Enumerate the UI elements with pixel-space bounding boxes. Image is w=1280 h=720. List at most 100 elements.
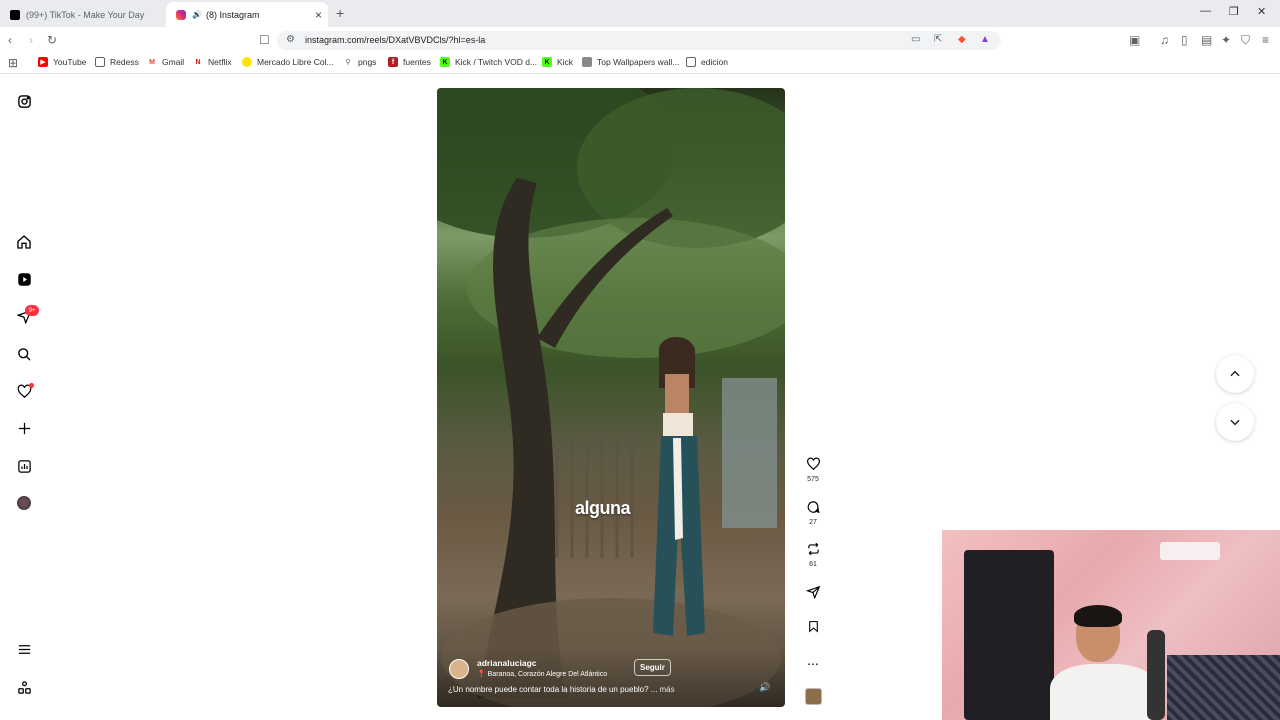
comment-action[interactable]: 27 [800,500,826,526]
reel-caption[interactable]: ¿Un nombre puede contar toda la historia… [448,685,675,694]
kick-icon: K [542,57,552,67]
home-icon[interactable] [14,232,34,252]
media-icon[interactable]: ♫ [1160,33,1169,47]
folder-icon [95,57,105,67]
url-text[interactable]: instagram.com/reels/DXatVBVDCls/?hl=es-l… [305,35,485,45]
meta-apps-icon[interactable] [14,677,34,697]
close-window-icon[interactable]: ✕ [1257,5,1266,18]
search-icon[interactable] [14,344,34,364]
back-icon[interactable]: ‹ [8,33,12,47]
leo-ai-icon[interactable]: ✦ [1221,33,1231,47]
wallpaper-icon [582,57,592,67]
bookmarks-bar: ⊞ ▶ YouTube Redess M Gmail N Netflix Mercad… [0,53,1280,74]
bookmark-mercadolibre[interactable]: Mercado Libre Col... [242,57,334,67]
apps-icon[interactable]: ⊞ [8,56,18,70]
bookmark-redess[interactable]: Redess [95,57,139,67]
more-menu-icon[interactable] [14,639,34,659]
comment-icon[interactable] [800,500,826,517]
author-username[interactable]: adrianaluciagc [477,658,537,668]
like-icon[interactable] [800,457,826,474]
browser-tabbar: (99+) TikTok - Make Your Day 🔊 (8) Insta… [0,0,1280,27]
location-pin-icon: 📍 [477,671,486,678]
notifications-badge: 9+ [25,305,39,316]
chevron-up-icon [1230,370,1240,377]
repost-icon[interactable] [800,542,826,559]
cast-icon[interactable]: ▭ [911,34,920,45]
save-icon[interactable] [800,619,826,637]
reload-icon[interactable]: ↻ [47,33,57,47]
webcam-microphone [1147,630,1165,720]
webcam-overlay [942,530,1280,720]
bookmark-pngs[interactable]: ⚲ pngs [343,57,376,67]
mute-icon[interactable]: 🔊 [759,682,770,693]
instagram-icon [176,9,186,20]
close-tab-icon[interactable]: × [315,8,322,22]
bookmark-kick-twitch[interactable]: K Kick / Twitch VOD d... [440,57,537,67]
youtube-icon: ▶ [38,57,48,67]
browser-toolbar: ‹ › ↻ ☐ ⚙ instagram.com/reels/DXatVBVDCl… [0,27,1280,53]
dashboard-icon[interactable] [14,456,34,476]
reels-icon[interactable] [14,269,34,289]
bookmark-icon[interactable]: ☐ [259,33,270,47]
bookmark-edicion[interactable]: edicion [686,57,728,67]
tab-title: (99+) TikTok - Make Your Day [26,9,145,20]
bookmark-fuentes[interactable]: f fuentes [388,57,431,67]
tab-tiktok[interactable]: (99+) TikTok - Make Your Day [0,2,166,27]
menu-icon[interactable]: ≡ [1262,33,1269,47]
more-options-icon[interactable]: ... [800,652,826,668]
audio-thumbnail[interactable] [805,688,822,705]
repost-count: 61 [809,561,817,568]
create-icon[interactable] [14,418,34,438]
restore-icon[interactable]: ❐ [1229,5,1239,18]
gmail-icon: M [147,57,157,67]
wallet-icon[interactable]: ▤ [1201,33,1212,47]
next-reel-button[interactable] [1216,403,1254,441]
reel-scene [437,88,785,707]
save-action[interactable] [800,619,826,637]
tiktok-icon [10,9,20,20]
like-count: 575 [807,476,819,483]
tab-title: (8) Instagram [205,9,260,20]
previous-reel-button[interactable] [1216,355,1254,393]
address-bar[interactable]: ⚙ instagram.com/reels/DXatVBVDCls/?hl=es… [277,31,1001,50]
share-icon[interactable]: ⇱ [934,34,942,45]
bookmark-kick[interactable]: K Kick [542,57,573,67]
instagram-logo-icon[interactable] [14,91,34,111]
reel-location[interactable]: 📍 Baranoa, Corazón Alegre Del Atlántico [477,670,607,678]
reel-video[interactable]: alguna adrianaluciagc 📍 Baranoa, Corazón… [437,88,785,707]
vpn-icon[interactable]: ⛉ [1241,33,1250,47]
bookmark-wallpapers[interactable]: Top Wallpapers wall... [582,57,679,67]
profile-avatar[interactable] [14,493,34,513]
webcam-person [1050,605,1160,720]
fuentes-icon: f [388,57,398,67]
minimize-icon[interactable]: — [1200,5,1211,17]
folder-icon [686,57,696,67]
more-caption-link[interactable]: más [659,685,674,694]
brave-rewards-icon[interactable]: ▲ [980,34,990,45]
webcam-fridge [964,550,1054,720]
tab-search-icon[interactable]: ▣ [1129,33,1140,47]
kick-icon: K [440,57,450,67]
bookmark-gmail[interactable]: M Gmail [147,57,184,67]
sidebar-icon[interactable]: ▯ [1181,33,1188,47]
new-tab-button[interactable]: + [336,5,344,21]
reel-overlay-text: alguna [575,498,631,518]
repost-action[interactable]: 61 [800,542,826,568]
follow-button[interactable]: Seguir [634,659,671,676]
brave-shield-icon[interactable]: ◆ [958,34,966,45]
forward-icon[interactable]: › [29,33,33,47]
speaker-icon[interactable]: 🔊 [192,10,202,19]
webcam-bed [1167,655,1280,720]
share-icon[interactable] [800,585,826,602]
bookmark-netflix[interactable]: N Netflix [193,57,232,67]
site-info-icon[interactable]: ⚙ [286,34,295,45]
webcam-air-conditioner [1160,542,1220,560]
more-options-action[interactable]: ... [800,652,826,668]
activity-dot [29,383,34,388]
share-action[interactable] [800,585,826,602]
author-avatar[interactable] [449,659,469,679]
bookmark-youtube[interactable]: ▶ YouTube [38,57,86,67]
tab-instagram[interactable]: 🔊 (8) Instagram × [166,2,328,27]
like-action[interactable]: 575 [800,457,826,483]
mercadolibre-icon [242,57,252,67]
